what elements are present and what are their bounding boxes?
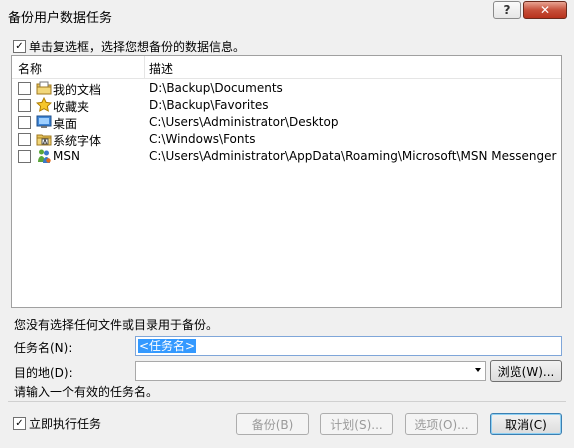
run-now-label: 立即执行任务 <box>29 417 102 431</box>
item-path: C:\Users\Administrator\AppData\Roaming\M… <box>149 149 557 163</box>
divider <box>8 401 566 402</box>
cancel-button[interactable]: 取消(C) <box>490 413 562 435</box>
window-title: 备份用户数据任务 <box>8 11 113 26</box>
column-header-name[interactable]: 名称 <box>18 60 42 77</box>
data-list[interactable]: 名称 描述 我的文档 D:\Backup\Documents 收藏夹 D:\Ba… <box>11 55 562 308</box>
schedule-button[interactable]: 计划(S)... <box>320 413 393 435</box>
list-item[interactable]: 桌面 C:\Users\Administrator\Desktop <box>12 114 561 131</box>
item-path: D:\Backup\Favorites <box>149 98 269 112</box>
documents-icon <box>36 81 52 95</box>
item-name: 收藏夹 <box>53 100 90 114</box>
item-path: D:\Backup\Documents <box>149 81 283 95</box>
item-name: MSN <box>53 149 80 163</box>
select-hint-label: 单击复选框，选择您想备份的数据信息。 <box>29 40 246 54</box>
destination-label: 目的地(D): <box>14 366 73 380</box>
item-name: 桌面 <box>53 117 78 131</box>
item-path: C:\Windows\Fonts <box>149 132 256 146</box>
run-now-checkbox-row[interactable]: ✓ 立即执行任务 <box>13 415 101 432</box>
validation-hint-text: 请输入一个有效的任务名。 <box>14 385 159 399</box>
item-checkbox[interactable] <box>18 116 31 129</box>
backup-button[interactable]: 备份(B) <box>236 413 309 435</box>
destination-combobox[interactable] <box>135 361 486 381</box>
help-button[interactable]: ? <box>493 1 521 19</box>
selection-status-text: 您没有选择任何文件或目录用于备份。 <box>14 318 219 332</box>
msn-icon <box>38 149 51 163</box>
options-button[interactable]: 选项(O)... <box>405 413 478 435</box>
run-now-checkbox[interactable]: ✓ <box>13 417 26 430</box>
task-name-input[interactable]: <任务名> <box>135 336 562 356</box>
item-checkbox[interactable] <box>18 82 31 95</box>
list-item[interactable]: MSN C:\Users\Administrator\AppData\Roami… <box>12 148 561 165</box>
close-button[interactable]: ✕ <box>523 1 567 19</box>
dropdown-arrow-icon[interactable] <box>475 368 481 372</box>
column-header-description[interactable]: 描述 <box>149 60 173 77</box>
list-item[interactable]: 我的文档 D:\Backup\Documents <box>12 80 561 97</box>
column-separator <box>144 56 145 78</box>
item-checkbox[interactable] <box>18 150 31 163</box>
select-hint-checkbox-row[interactable]: ✓ 单击复选框，选择您想备份的数据信息。 <box>13 38 245 55</box>
item-checkbox[interactable] <box>18 133 31 146</box>
list-header: 名称 描述 <box>12 56 561 79</box>
browse-button[interactable]: 浏览(W)... <box>490 360 562 382</box>
desktop-icon <box>36 115 52 128</box>
fonts-folder-icon <box>36 134 52 146</box>
list-item[interactable]: 收藏夹 D:\Backup\Favorites <box>12 97 561 114</box>
favorites-star-icon <box>36 97 52 112</box>
task-name-label: 任务名(N): <box>14 341 73 355</box>
item-checkbox[interactable] <box>18 99 31 112</box>
item-path: C:\Users\Administrator\Desktop <box>149 115 339 129</box>
list-item[interactable]: 系统字体 C:\Windows\Fonts <box>12 131 561 148</box>
task-name-value: <任务名> <box>138 339 197 353</box>
item-name: 我的文档 <box>53 83 102 97</box>
select-hint-checkbox[interactable]: ✓ <box>13 40 26 53</box>
item-name: 系统字体 <box>53 134 102 148</box>
